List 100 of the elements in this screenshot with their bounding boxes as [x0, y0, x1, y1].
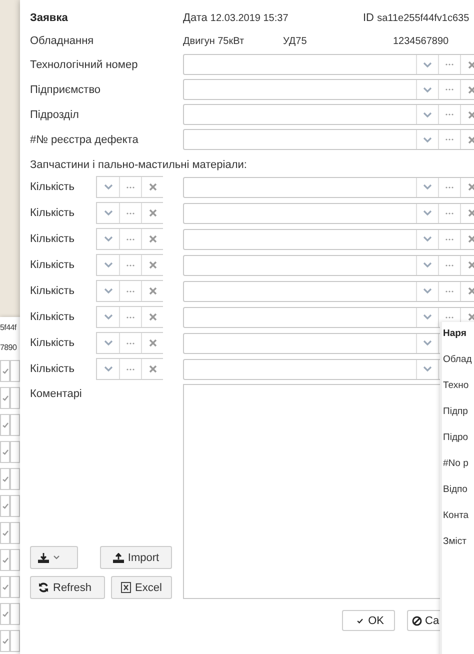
close-icon: [468, 261, 474, 269]
quantity-field[interactable]: [96, 358, 163, 380]
chevron-icon: [423, 314, 432, 320]
quantity-field[interactable]: [96, 280, 163, 302]
close-icon: [148, 235, 156, 243]
quantity-field[interactable]: [96, 254, 163, 276]
chevron-icon: [423, 184, 432, 190]
clear-button[interactable]: [141, 307, 163, 327]
ellipsis-icon: [126, 342, 135, 344]
chevron-icon: [104, 366, 112, 372]
lookup-field[interactable]: [183, 104, 474, 125]
lookup-field[interactable]: [183, 129, 474, 150]
quantity-field[interactable]: [96, 228, 163, 250]
ellipsis-icon: [445, 238, 454, 240]
download-button[interactable]: [30, 546, 78, 569]
check-icon: [2, 395, 8, 401]
check-icon: [2, 530, 8, 536]
ellipsis-icon: [126, 186, 135, 188]
close-icon: [468, 60, 474, 68]
excel-button[interactable]: Excel: [111, 576, 172, 599]
close-icon: [148, 313, 156, 321]
chevron-icon: [104, 184, 112, 190]
lookup-field[interactable]: [183, 202, 474, 224]
close-icon: [148, 365, 156, 373]
ellipsis-icon: [445, 212, 454, 214]
quantity-label: Кількість: [30, 207, 76, 219]
chevron-icon: [423, 236, 432, 242]
chevron-icon: [423, 210, 432, 216]
date-label: Дата: [183, 12, 208, 24]
check-icon: [2, 422, 8, 428]
clear-button[interactable]: [141, 281, 163, 301]
id-label: ID: [363, 12, 374, 24]
chevron-icon: [423, 62, 432, 68]
check-icon: [2, 368, 8, 374]
ellipsis-icon: [126, 238, 135, 240]
equipment-model: УД75: [283, 36, 308, 46]
window-text: 7890: [0, 342, 17, 354]
quantity-field[interactable]: [96, 332, 163, 354]
close-icon: [148, 261, 156, 269]
ellipsis-icon: [445, 63, 454, 66]
close-icon: [468, 86, 474, 94]
clear-button[interactable]: [141, 359, 163, 379]
ellipsis-icon: [445, 264, 454, 266]
close-icon: [468, 183, 474, 191]
close-icon: [468, 110, 474, 118]
field-label: #№ реєстра дефекта: [30, 134, 140, 146]
lookup-field[interactable]: [183, 228, 474, 250]
ellipsis-icon: [445, 88, 454, 91]
close-icon: [148, 183, 156, 191]
close-icon: [468, 235, 474, 243]
clear-button[interactable]: [141, 177, 163, 197]
check-icon: [2, 476, 8, 482]
clear-button[interactable]: [141, 255, 163, 275]
lookup-field[interactable]: [183, 79, 474, 100]
field-label: Конта: [443, 510, 469, 523]
section-heading: Запчастини і пально-мастильні матеріали:: [30, 158, 248, 173]
chevron-icon: [104, 340, 112, 346]
prohibited-icon: [412, 616, 422, 626]
lookup-field[interactable]: [183, 54, 474, 75]
spreadsheet-icon: [121, 582, 132, 593]
lookup-field[interactable]: [183, 280, 474, 302]
clear-button[interactable]: [141, 333, 163, 353]
close-icon: [148, 287, 156, 295]
chevron-icon: [104, 210, 112, 216]
lookup-field[interactable]: [183, 176, 474, 198]
ellipsis-icon: [126, 212, 135, 214]
quantity-label: Кількість: [30, 311, 76, 323]
chevron-icon: [423, 112, 432, 118]
check-icon: [2, 584, 8, 590]
chevron-icon: [423, 366, 432, 372]
quantity-label: Кількість: [30, 363, 76, 375]
field-label: Відпо: [443, 484, 468, 497]
quantity-field[interactable]: [96, 176, 163, 198]
download-icon: [38, 552, 49, 562]
chevron-icon: [423, 136, 432, 142]
close-icon: [148, 339, 156, 347]
chevron-icon: [104, 236, 112, 242]
equipment-number: 1234567890: [393, 36, 449, 46]
clear-button[interactable]: [141, 203, 163, 223]
quantity-label: Кількість: [30, 285, 76, 297]
field-label: Підприємство: [30, 84, 102, 96]
quantity-label: Кількість: [30, 259, 76, 271]
check-icon: [2, 638, 8, 644]
import-button[interactable]: Import: [100, 546, 172, 569]
quantity-field[interactable]: [96, 306, 163, 328]
field-label: Підпр: [443, 406, 468, 419]
clear-button[interactable]: [141, 229, 163, 249]
field-label: Облад: [443, 354, 472, 367]
refresh-button[interactable]: Refresh: [30, 576, 105, 599]
ellipsis-icon: [126, 368, 135, 370]
check-icon: [2, 611, 8, 617]
window-title: Наря: [443, 328, 466, 341]
check-icon: [357, 616, 364, 624]
close-icon: [468, 136, 474, 144]
ok-button[interactable]: OK: [342, 610, 395, 631]
quantity-field[interactable]: [96, 202, 163, 224]
window-title: Заявка: [30, 12, 69, 24]
lookup-field[interactable]: [183, 254, 474, 276]
field-label: Підро: [443, 432, 468, 445]
check-icon: [2, 557, 8, 563]
